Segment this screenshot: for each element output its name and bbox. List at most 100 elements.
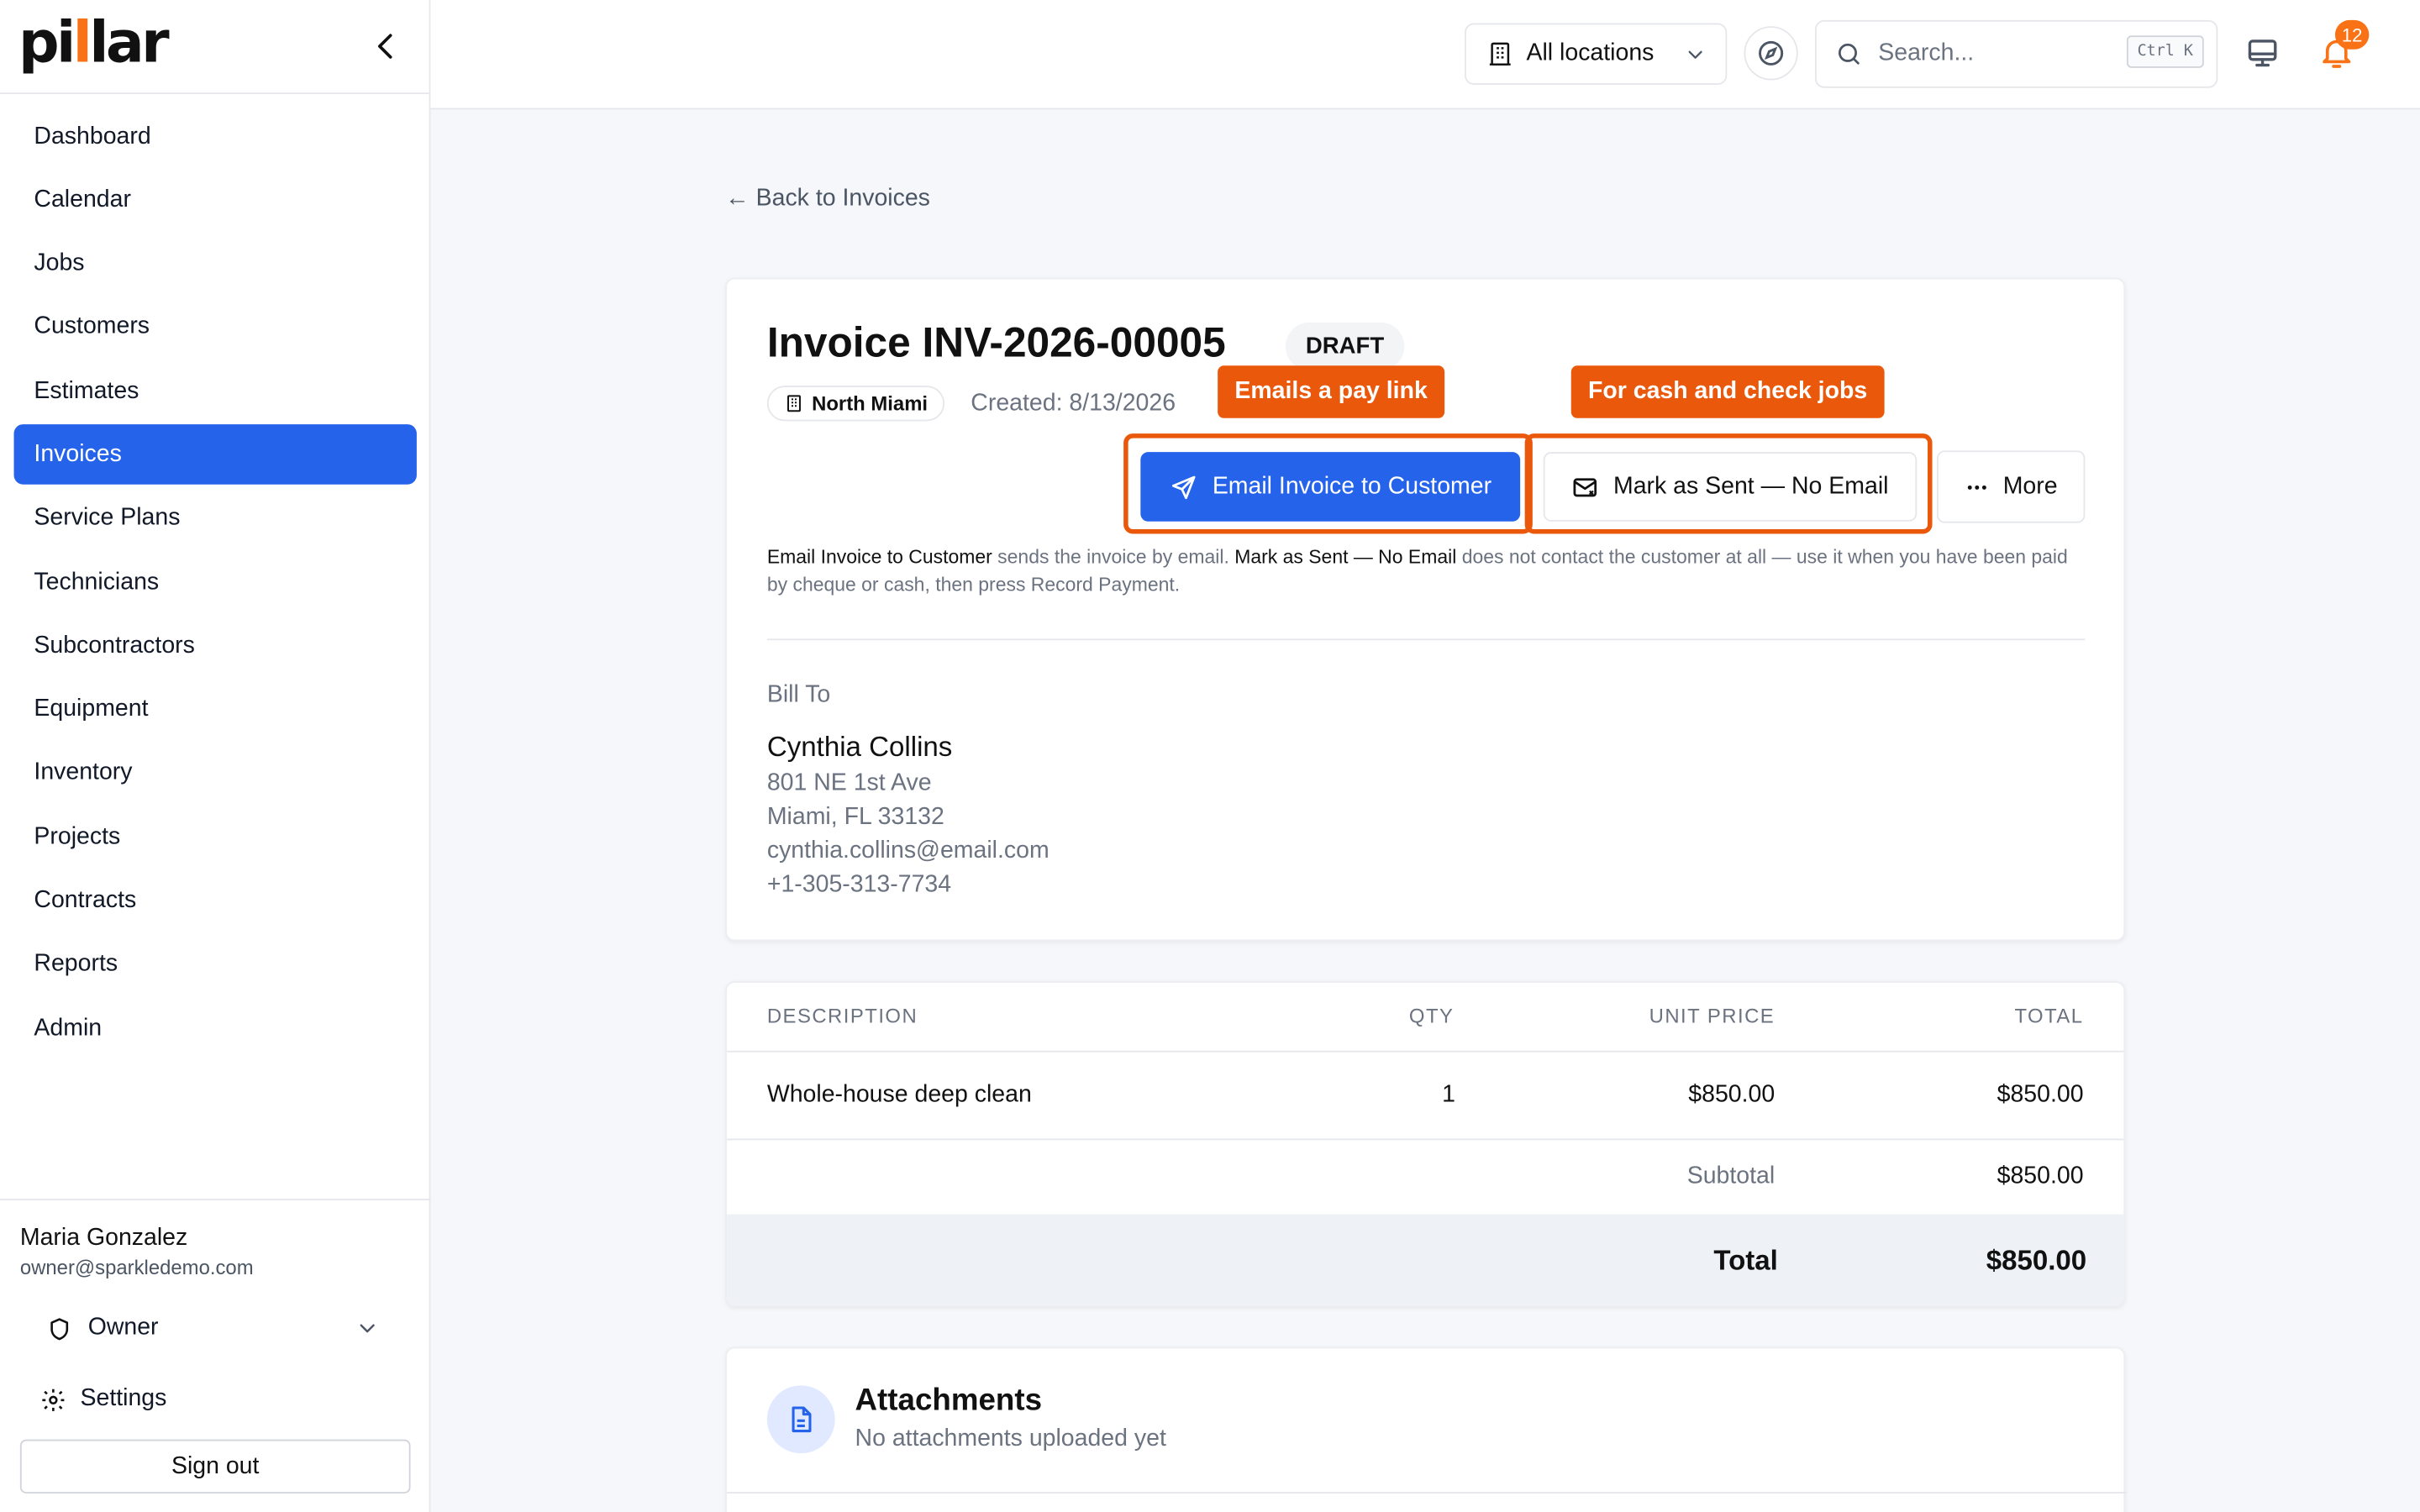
divider bbox=[727, 1138, 2124, 1141]
sidebar-item-service-plans[interactable]: Service Plans bbox=[14, 489, 417, 549]
sidebar-item-jobs[interactable]: Jobs bbox=[14, 234, 417, 294]
actions-help-text: Email Invoice to Customer sends the invo… bbox=[767, 544, 2079, 598]
settings-label: Settings bbox=[80, 1385, 167, 1412]
sidebar-item-label: Technicians bbox=[34, 568, 160, 596]
more-label: More bbox=[2002, 472, 2058, 500]
compass-icon bbox=[1759, 40, 1784, 66]
chevron-down-icon bbox=[360, 1324, 375, 1333]
sidebar-item-equipment[interactable]: Equipment bbox=[14, 680, 417, 740]
cell-qty: 1 bbox=[1442, 1081, 1456, 1108]
sidebar-item-invoices[interactable]: Invoices bbox=[13, 424, 417, 486]
role-label: Owner bbox=[87, 1314, 159, 1341]
invoice-title: Invoice INV-2026-00005 bbox=[766, 319, 1226, 366]
location-selector[interactable]: All locations bbox=[1465, 23, 1728, 86]
location-label: All locations bbox=[1526, 39, 1655, 66]
bill-to-label: Bill To bbox=[766, 681, 831, 709]
monitor-icon bbox=[2248, 39, 2277, 67]
sign-out-button[interactable]: Sign out bbox=[19, 1439, 411, 1494]
total-row: Total $850.00 bbox=[727, 1214, 2124, 1305]
display-mode-button[interactable] bbox=[2245, 35, 2279, 69]
sidebar-item-dashboard[interactable]: Dashboard bbox=[14, 107, 417, 167]
location-chip: North Miami bbox=[766, 386, 945, 422]
cell-total: $850.00 bbox=[1996, 1081, 2084, 1108]
sidebar-item-inventory[interactable]: Inventory bbox=[14, 743, 417, 804]
sidebar-item-customers[interactable]: Customers bbox=[14, 297, 417, 358]
subtotal-label: Subtotal bbox=[1686, 1163, 1776, 1190]
sidebar-item-label: Service Plans bbox=[34, 505, 181, 532]
sidebar-item-label: Dashboard bbox=[34, 123, 151, 150]
sidebar-item-admin[interactable]: Admin bbox=[14, 999, 417, 1059]
sidebar-item-reports[interactable]: Reports bbox=[14, 935, 417, 995]
collapse-sidebar-button[interactable] bbox=[367, 28, 404, 65]
callout-email-pay-link: Emails a pay link bbox=[1218, 365, 1445, 418]
help-term-mark: Mark as Sent — No Email bbox=[1234, 546, 1457, 568]
column-header-total: TOTAL bbox=[2014, 1004, 2084, 1028]
sidebar-item-label: Contracts bbox=[34, 887, 137, 914]
shield-icon bbox=[50, 1317, 69, 1340]
sidebar-item-label: Estimates bbox=[34, 377, 139, 404]
sidebar-nav: Dashboard Calendar Jobs Customers Estima… bbox=[13, 107, 417, 1063]
column-header-description: DESCRIPTION bbox=[766, 1004, 918, 1028]
attachments-title: Attachments bbox=[855, 1383, 1043, 1418]
cell-unit-price: $850.00 bbox=[1688, 1081, 1776, 1108]
sidebar-item-contracts[interactable]: Contracts bbox=[14, 871, 417, 932]
sidebar-item-label: Projects bbox=[34, 823, 121, 850]
attachment-icon-badge bbox=[766, 1385, 835, 1454]
search-box[interactable]: Ctrl K bbox=[1814, 19, 2218, 88]
sidebar-item-label: Equipment bbox=[34, 696, 149, 722]
subtotal-value: $850.00 bbox=[1996, 1163, 2084, 1190]
user-name: Maria Gonzalez bbox=[19, 1225, 188, 1252]
status-badge: DRAFT bbox=[1285, 322, 1405, 370]
line-items-table: DESCRIPTION QTY UNIT PRICE TOTAL Whole-h… bbox=[725, 981, 2126, 1307]
sidebar-item-calendar[interactable]: Calendar bbox=[14, 171, 417, 231]
sidebar-item-label: Customers bbox=[34, 313, 150, 340]
total-value: $850.00 bbox=[1986, 1245, 2087, 1276]
divider bbox=[727, 1492, 2127, 1494]
explore-button[interactable] bbox=[1744, 26, 1798, 81]
settings-link[interactable]: Settings bbox=[40, 1385, 167, 1413]
callout-cash-check: For cash and check jobs bbox=[1570, 365, 1885, 418]
help-text-part: sends the invoice by email. bbox=[992, 546, 1235, 568]
sidebar-item-label: Admin bbox=[34, 1014, 103, 1042]
sidebar-item-technicians[interactable]: Technicians bbox=[14, 553, 417, 613]
attachments-card: Attachments No attachments uploaded yet bbox=[725, 1347, 2127, 1512]
divider bbox=[727, 1050, 2124, 1053]
user-email: owner@sparkledemo.com bbox=[19, 1256, 254, 1279]
sidebar-item-label: Calendar bbox=[34, 186, 131, 213]
customer-address-line-1: 801 NE 1st Ave bbox=[766, 769, 932, 796]
building-icon bbox=[787, 395, 801, 412]
back-to-invoices-link[interactable]: ← Back to Invoices bbox=[725, 185, 930, 213]
sidebar-user-panel: Maria Gonzalez owner@sparkledemo.com Own… bbox=[0, 1199, 431, 1512]
top-bar: All locations Ctrl K 12 bbox=[430, 0, 2420, 110]
highlight-email-button bbox=[1123, 433, 1533, 534]
sidebar-item-label: Reports bbox=[34, 951, 118, 978]
column-header-unit-price: UNIT PRICE bbox=[1649, 1004, 1776, 1028]
sidebar-item-estimates[interactable]: Estimates bbox=[14, 361, 417, 422]
more-actions-button[interactable]: More bbox=[1937, 450, 2086, 523]
customer-email: cynthia.collins@email.com bbox=[766, 837, 1050, 864]
chevron-down-icon bbox=[1688, 50, 1702, 59]
sidebar-item-label: Inventory bbox=[34, 759, 133, 786]
brand-logo[interactable]: pillar bbox=[18, 9, 170, 76]
role-selector[interactable]: Owner bbox=[46, 1311, 386, 1345]
customer-address-line-2: Miami, FL 33132 bbox=[766, 803, 944, 831]
search-input[interactable] bbox=[1878, 39, 2095, 68]
total-label: Total bbox=[1713, 1245, 1778, 1276]
sidebar-item-label: Subcontractors bbox=[34, 632, 195, 659]
sidebar-item-projects[interactable]: Projects bbox=[14, 807, 417, 868]
created-date: Created: 8/13/2026 bbox=[971, 390, 1176, 417]
search-shortcut-hint: Ctrl K bbox=[2126, 35, 2204, 68]
customer-name: Cynthia Collins bbox=[766, 731, 953, 763]
notification-count-badge: 12 bbox=[2334, 19, 2370, 50]
sidebar: pillar Dashboard Calendar Jobs Customers… bbox=[0, 0, 431, 1512]
attachments-subtitle: No attachments uploaded yet bbox=[855, 1425, 1166, 1452]
sidebar-item-subcontractors[interactable]: Subcontractors bbox=[14, 617, 417, 677]
column-header-qty: QTY bbox=[1408, 1004, 1455, 1028]
sidebar-item-label: Invoices bbox=[34, 441, 122, 468]
highlight-mark-sent-button bbox=[1524, 433, 1933, 534]
logo-row: pillar bbox=[0, 0, 429, 95]
location-chip-label: North Miami bbox=[812, 391, 929, 416]
sidebar-item-label: Jobs bbox=[34, 249, 85, 276]
gear-icon bbox=[42, 1388, 65, 1410]
building-icon bbox=[1489, 42, 1511, 66]
